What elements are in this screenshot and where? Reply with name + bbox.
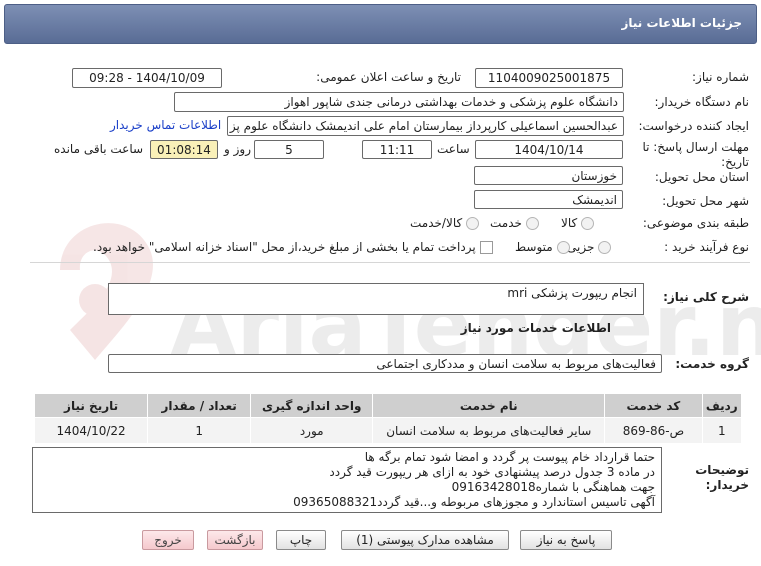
- col-header-quantity: تعداد / مقدار: [147, 393, 252, 418]
- page-title: جزئیات اطلاعات نیاز: [621, 16, 742, 30]
- buyer-notes-label-2: خریدار:: [705, 478, 749, 492]
- requester-label: ایجاد کننده درخواست:: [638, 119, 749, 133]
- deadline-time-field: 11:11: [362, 140, 432, 159]
- col-header-unit: واحد اندازه گیری: [250, 393, 374, 418]
- deadline-label-date: تاریخ:: [721, 155, 749, 169]
- cell-quantity: 1: [147, 417, 252, 444]
- cell-need-date: 1404/10/22: [33, 417, 149, 444]
- process-minor-label: جزیی: [567, 240, 595, 254]
- category-goods-service-label: کالا/خدمت: [410, 216, 463, 230]
- remaining-days-field: 5: [254, 140, 324, 159]
- category-service-label: خدمت: [490, 216, 522, 230]
- process-option-medium[interactable]: متوسط: [515, 240, 570, 254]
- buyer-note-line: جهت هماهنگی با شماره09163428018: [451, 480, 655, 494]
- buyer-note-line: در ماده 3 جدول درصد پیشنهادی خود به ازای…: [329, 465, 655, 479]
- announce-datetime-label: تاریخ و ساعت اعلان عمومی:: [316, 70, 461, 84]
- remaining-time-field: 01:08:14: [150, 140, 218, 159]
- divider: [30, 262, 750, 263]
- deadline-time-label: ساعت: [437, 142, 470, 156]
- services-table: ردیف کد خدمت نام خدمت واحد اندازه گیری ت…: [33, 393, 743, 444]
- process-label: نوع فرآیند خرید :: [664, 240, 749, 254]
- category-goods-label: کالا: [561, 216, 578, 230]
- services-section-title: اطلاعات خدمات مورد نیاز: [460, 321, 611, 335]
- province-label: استان محل تحویل:: [654, 170, 749, 184]
- province-field: خوزستان: [474, 166, 623, 185]
- category-option-goods[interactable]: کالا: [561, 216, 595, 230]
- col-header-service-name: نام خدمت: [372, 393, 606, 418]
- buyer-contact-link[interactable]: اطلاعات تماس خریدار: [110, 118, 221, 132]
- process-medium-label: متوسط: [515, 240, 553, 254]
- reply-button[interactable]: پاسخ به نیاز: [520, 530, 612, 550]
- city-field: اندیمشک: [474, 190, 623, 209]
- buyer-notes-field: حتما قرارداد خام پیوست پر گردد و امضا شو…: [32, 447, 662, 513]
- summary-field: انجام ریپورت پزشکی mri: [108, 283, 644, 315]
- back-button[interactable]: بازگشت: [207, 530, 263, 550]
- exit-button[interactable]: خروج: [142, 530, 194, 550]
- col-header-need-date: تاریخ نیاز: [33, 393, 149, 418]
- cell-service-code: ص-86-869: [604, 417, 703, 444]
- print-button[interactable]: چاپ: [276, 530, 326, 550]
- buyer-notes-label: توضیحات: [695, 463, 749, 477]
- radio-service[interactable]: [525, 216, 539, 230]
- radio-medium[interactable]: [556, 240, 570, 254]
- buyer-org-field: دانشگاه علوم پزشکی و خدمات بهداشتی درمان…: [174, 92, 624, 112]
- table-row: 1 ص-86-869 سایر فعالیت‌های مربوط به سلام…: [33, 417, 743, 444]
- service-group-label: گروه خدمت:: [675, 357, 749, 371]
- deadline-date-field: 1404/10/14: [475, 140, 623, 159]
- buyer-org-label: نام دستگاه خریدار:: [654, 95, 750, 109]
- treasury-note: پرداخت تمام یا بخشی از مبلغ خرید،از محل …: [93, 240, 476, 254]
- treasury-payment-option[interactable]: پرداخت تمام یا بخشی از مبلغ خرید،از محل …: [93, 240, 493, 254]
- page-header: جزئیات اطلاعات نیاز: [4, 4, 757, 44]
- process-option-minor[interactable]: جزیی: [567, 240, 612, 254]
- need-number-label: شماره نیاز:: [692, 70, 749, 84]
- table-header-row: ردیف کد خدمت نام خدمت واحد اندازه گیری ت…: [33, 393, 743, 418]
- services-table-wrap: ردیف کد خدمت نام خدمت واحد اندازه گیری ت…: [33, 393, 743, 444]
- radio-goods-service[interactable]: [466, 216, 480, 230]
- col-header-service-code: کد خدمت: [604, 393, 703, 418]
- summary-label: شرح کلی نیاز:: [663, 290, 749, 304]
- announce-datetime-field: 1404/10/09 - 09:28: [72, 68, 222, 88]
- col-header-row-number: ردیف: [701, 393, 743, 418]
- cell-unit: مورد: [250, 417, 374, 444]
- treasury-checkbox[interactable]: [479, 240, 493, 254]
- radio-minor[interactable]: [598, 240, 612, 254]
- category-option-goods-service[interactable]: کالا/خدمت: [410, 216, 480, 230]
- category-label: طبقه بندی موضوعی:: [642, 216, 749, 230]
- buyer-note-line: آگهی تاسیس استاندارد و مجوزهای مربوطه و.…: [293, 495, 655, 509]
- need-number-field: 1104009025001875: [475, 68, 623, 88]
- city-label: شهر محل تحویل:: [662, 194, 749, 208]
- cell-row-number: 1: [701, 417, 743, 444]
- category-option-service[interactable]: خدمت: [490, 216, 539, 230]
- cell-service-name: سایر فعالیت‌های مربوط به سلامت انسان: [372, 417, 606, 444]
- service-group-field: فعالیت‌های مربوط به سلامت انسان و مددکار…: [108, 354, 662, 373]
- buyer-note-line: حتما قرارداد خام پیوست پر گردد و امضا شو…: [364, 450, 655, 464]
- requester-field: عبدالحسین اسماعیلی کارپرداز بیمارستان ام…: [227, 116, 624, 136]
- deadline-label: مهلت ارسال پاسخ: تا: [642, 140, 749, 154]
- view-attachments-button[interactable]: مشاهده مدارک پیوستی (1): [341, 530, 509, 550]
- radio-goods[interactable]: [581, 216, 595, 230]
- remaining-days-label: روز و: [224, 142, 251, 156]
- remaining-time-label: ساعت باقی مانده: [54, 142, 144, 156]
